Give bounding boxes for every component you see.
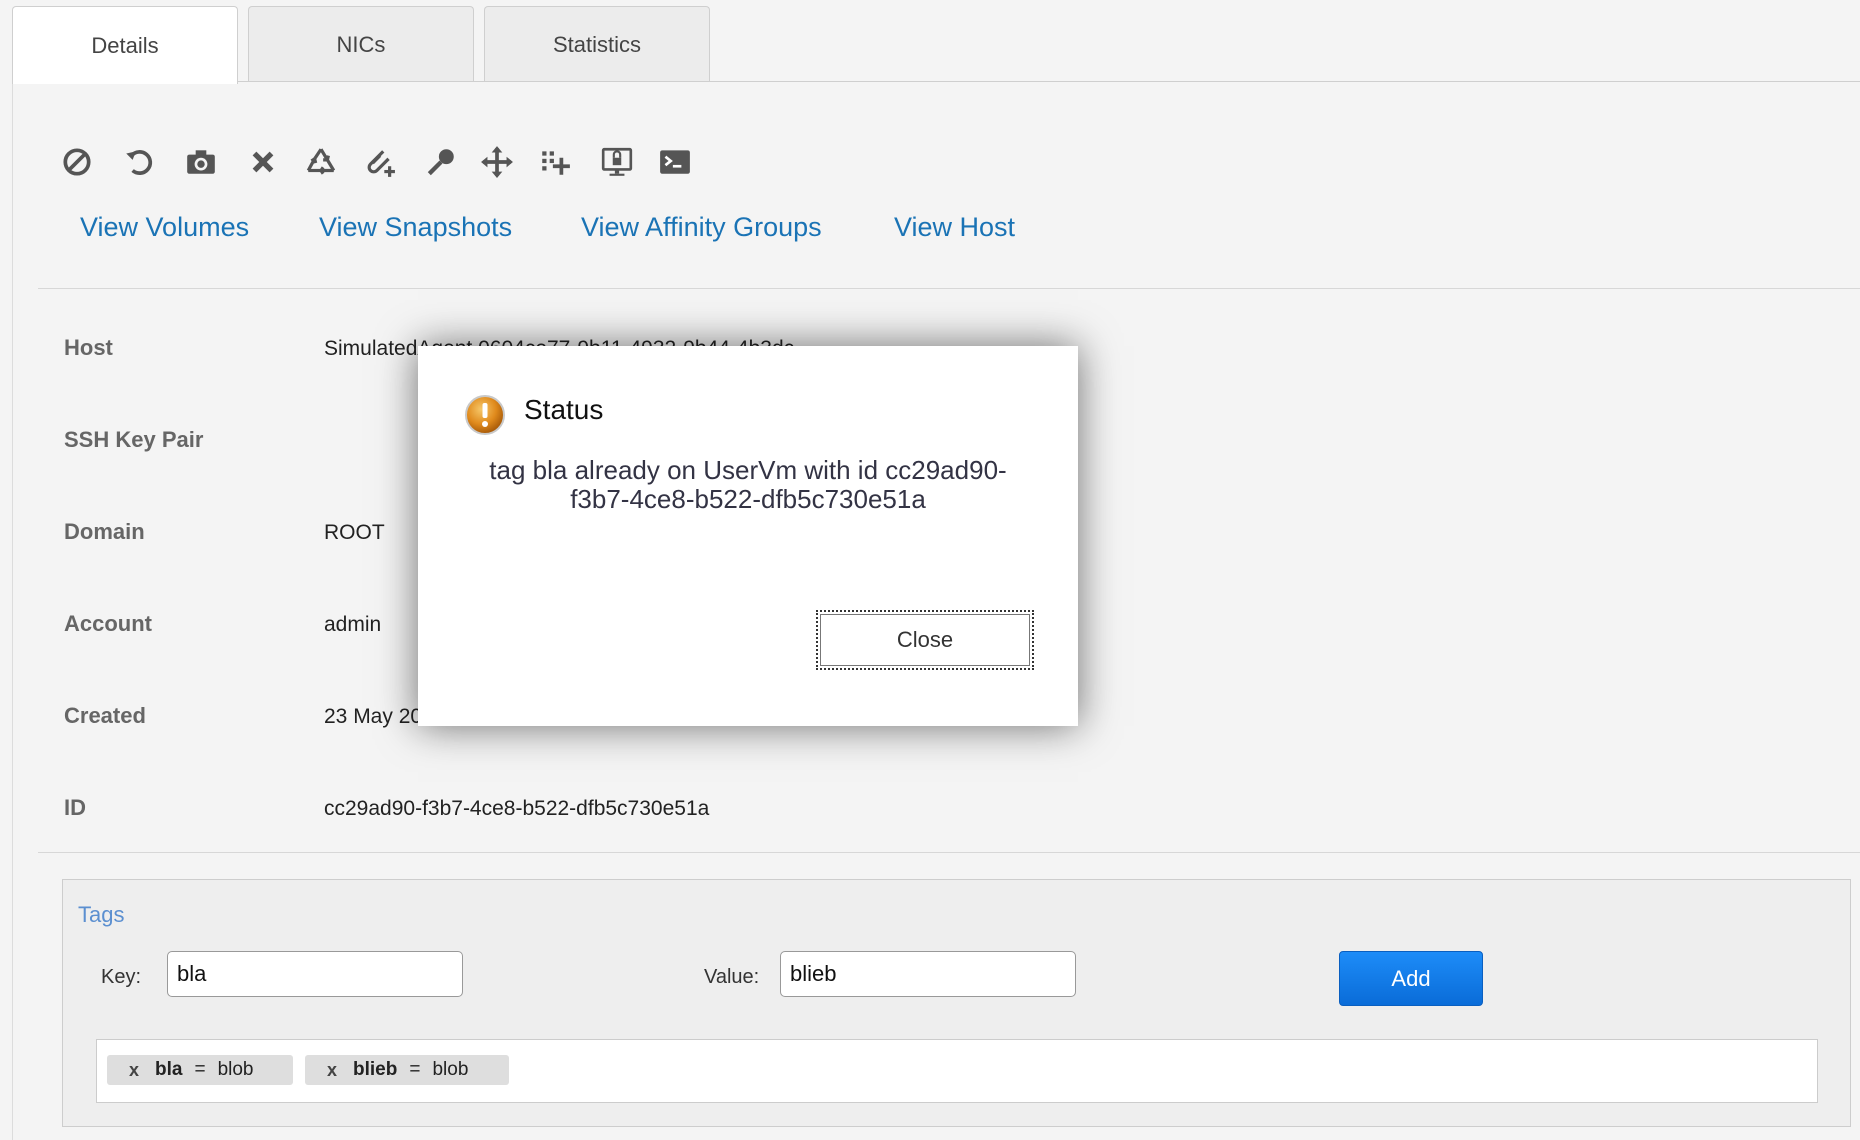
id-label: ID bbox=[64, 795, 86, 820]
reset-key-icon[interactable] bbox=[422, 142, 460, 182]
domain-value: ROOT bbox=[324, 521, 385, 544]
tab-nics[interactable]: NICs bbox=[248, 6, 474, 82]
divider bbox=[38, 852, 1860, 853]
reboot-icon[interactable] bbox=[120, 142, 158, 182]
tag-chip: x bla = blob bbox=[107, 1055, 293, 1085]
dialog-message-line: f3b7-4ce8-b522-dfb5c730e51a bbox=[570, 484, 926, 514]
remove-tag-icon[interactable]: x bbox=[129, 1060, 139, 1081]
stop-icon[interactable] bbox=[58, 142, 96, 182]
status-dialog: Status tag bla already on UserVm with id… bbox=[418, 346, 1078, 726]
tag-value: blob bbox=[217, 1059, 254, 1080]
migrate-icon[interactable] bbox=[478, 142, 516, 182]
recycle-icon[interactable] bbox=[302, 142, 340, 182]
tab-details[interactable]: Details bbox=[12, 6, 238, 84]
tag-equals: = bbox=[409, 1059, 421, 1080]
view-host-link[interactable]: View Host bbox=[894, 212, 1015, 243]
tag-equals: = bbox=[194, 1059, 206, 1080]
close-button[interactable]: Close bbox=[816, 610, 1034, 670]
tag-value: blob bbox=[432, 1059, 469, 1080]
tab-statistics[interactable]: Statistics bbox=[484, 6, 710, 82]
view-affinity-groups-link[interactable]: View Affinity Groups bbox=[581, 212, 822, 243]
ssh-key-pair-label: SSH Key Pair bbox=[64, 427, 204, 452]
key-label: Key: bbox=[101, 966, 142, 988]
domain-label: Domain bbox=[64, 519, 145, 544]
attach-iso-icon[interactable] bbox=[360, 142, 398, 182]
view-snapshots-link[interactable]: View Snapshots bbox=[319, 212, 512, 243]
scale-icon[interactable] bbox=[536, 142, 574, 182]
dialog-title: Status bbox=[524, 394, 604, 425]
terminal-icon[interactable] bbox=[656, 142, 694, 182]
divider bbox=[38, 288, 1860, 289]
tag-chip: x blieb = blob bbox=[305, 1055, 509, 1085]
host-label: Host bbox=[64, 335, 113, 360]
dialog-message-line: tag bla already on UserVm with id cc29ad… bbox=[489, 455, 1007, 485]
tags-title: Tags bbox=[78, 902, 125, 927]
snapshot-icon[interactable] bbox=[182, 142, 220, 182]
id-value: cc29ad90-f3b7-4ce8-b522-dfb5c730e51a bbox=[324, 797, 710, 820]
add-tag-button[interactable]: Add bbox=[1339, 951, 1483, 1006]
created-label: Created bbox=[64, 703, 146, 728]
dialog-message: tag bla already on UserVm with id cc29ad… bbox=[448, 456, 1048, 514]
tag-key: blieb bbox=[353, 1059, 398, 1080]
tag-key: bla bbox=[155, 1059, 183, 1080]
destroy-icon[interactable] bbox=[244, 142, 282, 182]
tag-key-input[interactable] bbox=[167, 951, 463, 997]
remove-tag-icon[interactable]: x bbox=[327, 1060, 337, 1081]
tab-divider bbox=[12, 81, 1860, 82]
panel-border bbox=[12, 81, 13, 1140]
warning-icon bbox=[464, 394, 506, 436]
account-label: Account bbox=[64, 611, 152, 636]
value-label: Value: bbox=[704, 966, 760, 988]
view-volumes-link[interactable]: View Volumes bbox=[80, 212, 249, 243]
tag-value-input[interactable] bbox=[780, 951, 1076, 997]
console-icon[interactable] bbox=[598, 142, 636, 182]
account-value: admin bbox=[324, 613, 382, 636]
